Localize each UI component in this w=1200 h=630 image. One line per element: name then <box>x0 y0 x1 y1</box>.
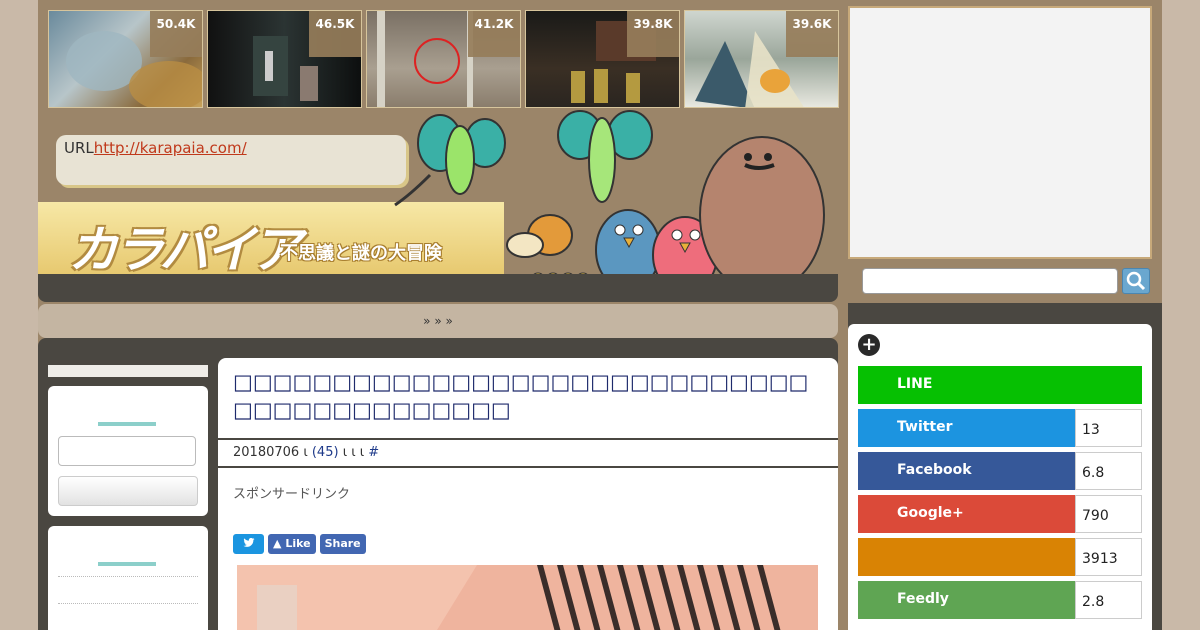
tweet-button[interactable] <box>233 534 264 554</box>
share-count-facebook: 6.8 <box>1075 452 1142 490</box>
view-count: 41.2K <box>468 11 520 57</box>
share-label: Share <box>324 537 361 550</box>
comment-count-link[interactable]: (45) <box>312 445 339 460</box>
share-row-hatena[interactable]: 3913 <box>858 538 1142 576</box>
share-row-twitter[interactable]: Twitter 13 <box>858 409 1142 447</box>
thumbnail-5[interactable]: 39.6K <box>684 10 839 108</box>
permalink-hash[interactable]: # <box>368 445 379 460</box>
view-count: 39.8K <box>627 11 679 57</box>
share-label-line: LINE <box>858 366 1142 404</box>
view-count: 50.4K <box>150 11 202 57</box>
facebook-share-button[interactable]: Share <box>319 534 366 554</box>
article-title[interactable]: □□□□□□□□□□□□□□□□□□□□□□□□□□□□□□□□□□□□□□□□… <box>233 368 823 424</box>
popular-thumbnails: 50.4K 46.5K 41.2K 39.8K 39.6K <box>48 10 840 108</box>
twitter-bird-icon <box>243 537 254 547</box>
widget-title-accent <box>98 562 156 566</box>
logo-main-text: カラパイア <box>68 221 301 279</box>
thumbnail-2[interactable]: 46.5K <box>207 10 362 108</box>
share-count-twitter: 13 <box>1075 409 1142 447</box>
left-sidebar-search-widget <box>48 386 208 516</box>
share-row-feedly[interactable]: Feedly 2.8 <box>858 581 1142 619</box>
site-search-input[interactable] <box>862 268 1118 294</box>
article-image-graphic <box>237 565 818 630</box>
search-icon <box>1126 271 1146 291</box>
sponsored-link-label: スポンサードリンク <box>233 487 351 502</box>
plus-icon[interactable]: + <box>858 334 880 356</box>
left-sidebar-list-widget <box>48 526 208 630</box>
list-divider <box>58 576 198 577</box>
share-count-hatena: 3913 <box>1075 538 1142 576</box>
breadcrumb-nav[interactable]: » » » <box>38 304 838 338</box>
sidebar-search-input[interactable] <box>58 436 196 466</box>
search-button[interactable] <box>1122 268 1150 294</box>
view-count: 46.5K <box>309 11 361 57</box>
meta-separator: ι <box>303 445 308 460</box>
article-main-image <box>237 565 818 630</box>
share-row-line[interactable]: LINE <box>858 366 1142 404</box>
share-label-hatena <box>858 538 1075 576</box>
thumbnail-3[interactable]: 41.2K <box>366 10 521 108</box>
thumbnail-1[interactable]: 50.4K <box>48 10 203 108</box>
article-share-buttons: ▲ Like Share <box>233 534 366 554</box>
header-bottom-bar <box>38 274 838 302</box>
list-divider <box>58 603 198 604</box>
url-bubble: URLhttp://karapaia.com/ <box>56 135 406 185</box>
thumbnail-4[interactable]: 39.8K <box>525 10 680 108</box>
share-label-facebook: Facebook <box>858 452 1075 490</box>
share-label-feedly: Feedly <box>858 581 1075 619</box>
left-sidebar-header <box>48 365 208 377</box>
article-date: 20180706 <box>233 445 300 460</box>
widget-title-accent <box>98 422 156 426</box>
article: □□□□□□□□□□□□□□□□□□□□□□□□□□□□□□□□□□□□□□□□… <box>218 358 838 630</box>
breadcrumb-text: » » » <box>423 314 453 328</box>
facebook-like-button[interactable]: ▲ Like <box>268 534 316 554</box>
advertisement-slot[interactable] <box>848 6 1152 259</box>
like-label: Like <box>285 537 311 550</box>
thumbs-up-icon: ▲ <box>273 537 282 550</box>
share-count-feedly: 2.8 <box>1075 581 1142 619</box>
sidebar-search-button[interactable] <box>58 476 198 506</box>
url-prefix: URL <box>64 139 94 157</box>
share-row-googleplus[interactable]: Google+ 790 <box>858 495 1142 533</box>
share-row-facebook[interactable]: Facebook 6.8 <box>858 452 1142 490</box>
share-count-googleplus: 790 <box>1075 495 1142 533</box>
view-count: 39.6K <box>786 11 838 57</box>
meta-separator: ι ι ι <box>342 445 365 460</box>
article-meta: 20180706 ι (45) ι ι ι # <box>218 438 838 468</box>
share-label-googleplus: Google+ <box>858 495 1075 533</box>
share-label-twitter: Twitter <box>858 409 1075 447</box>
site-url-link[interactable]: http://karapaia.com/ <box>94 139 247 157</box>
